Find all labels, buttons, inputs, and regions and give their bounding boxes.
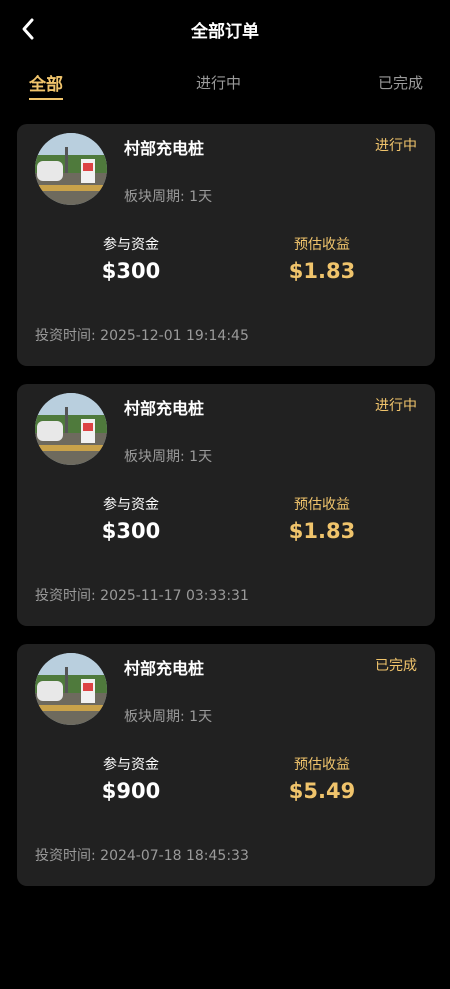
capital-value: $300 [101,519,161,543]
invest-time: 投资时间: 2025-12-01 19:14:45 [35,328,249,344]
yield-label: 预估收益 [294,757,350,773]
order-card[interactable]: 村部充电桩 进行中 板块周期: 1天 参与资金 $300 预估收益 $1.83 … [17,124,435,366]
invest-time: 投资时间: 2024-07-18 18:45:33 [35,848,249,864]
invest-time: 投资时间: 2025-11-17 03:33:31 [35,588,249,604]
capital-label: 参与资金 [103,497,159,513]
cycle-text: 板块周期: 1天 [124,189,213,205]
tab-in-progress[interactable]: 进行中 [196,72,241,93]
yield-label: 预估收益 [294,497,350,513]
app-header: 全部订单 [0,0,450,58]
status-badge: 进行中 [375,398,417,414]
capital-label: 参与资金 [103,237,159,253]
product-name: 村部充电桩 [124,399,205,418]
cycle-text: 板块周期: 1天 [124,449,213,465]
order-card[interactable]: 村部充电桩 进行中 板块周期: 1天 参与资金 $300 预估收益 $1.83 … [17,384,435,626]
status-badge: 已完成 [375,658,417,674]
status-badge: 进行中 [375,138,417,154]
order-card[interactable]: 村部充电桩 已完成 板块周期: 1天 参与资金 $900 预估收益 $5.49 … [17,644,435,886]
yield-value: $1.83 [288,519,356,543]
page-title: 全部订单 [191,22,259,42]
product-thumbnail [35,653,107,725]
yield-value: $1.83 [288,259,356,283]
cycle-text: 板块周期: 1天 [124,709,213,725]
tab-all[interactable]: 全部 [29,70,63,100]
tab-completed[interactable]: 已完成 [378,72,423,93]
filter-tabs: 全部 进行中 已完成 [0,70,450,100]
capital-label: 参与资金 [103,757,159,773]
capital-value: $300 [101,259,161,283]
product-name: 村部充电桩 [124,659,205,678]
product-thumbnail [35,393,107,465]
yield-value: $5.49 [288,779,356,803]
capital-value: $900 [101,779,161,803]
product-thumbnail [35,133,107,205]
product-name: 村部充电桩 [124,139,205,158]
yield-label: 预估收益 [294,237,350,253]
